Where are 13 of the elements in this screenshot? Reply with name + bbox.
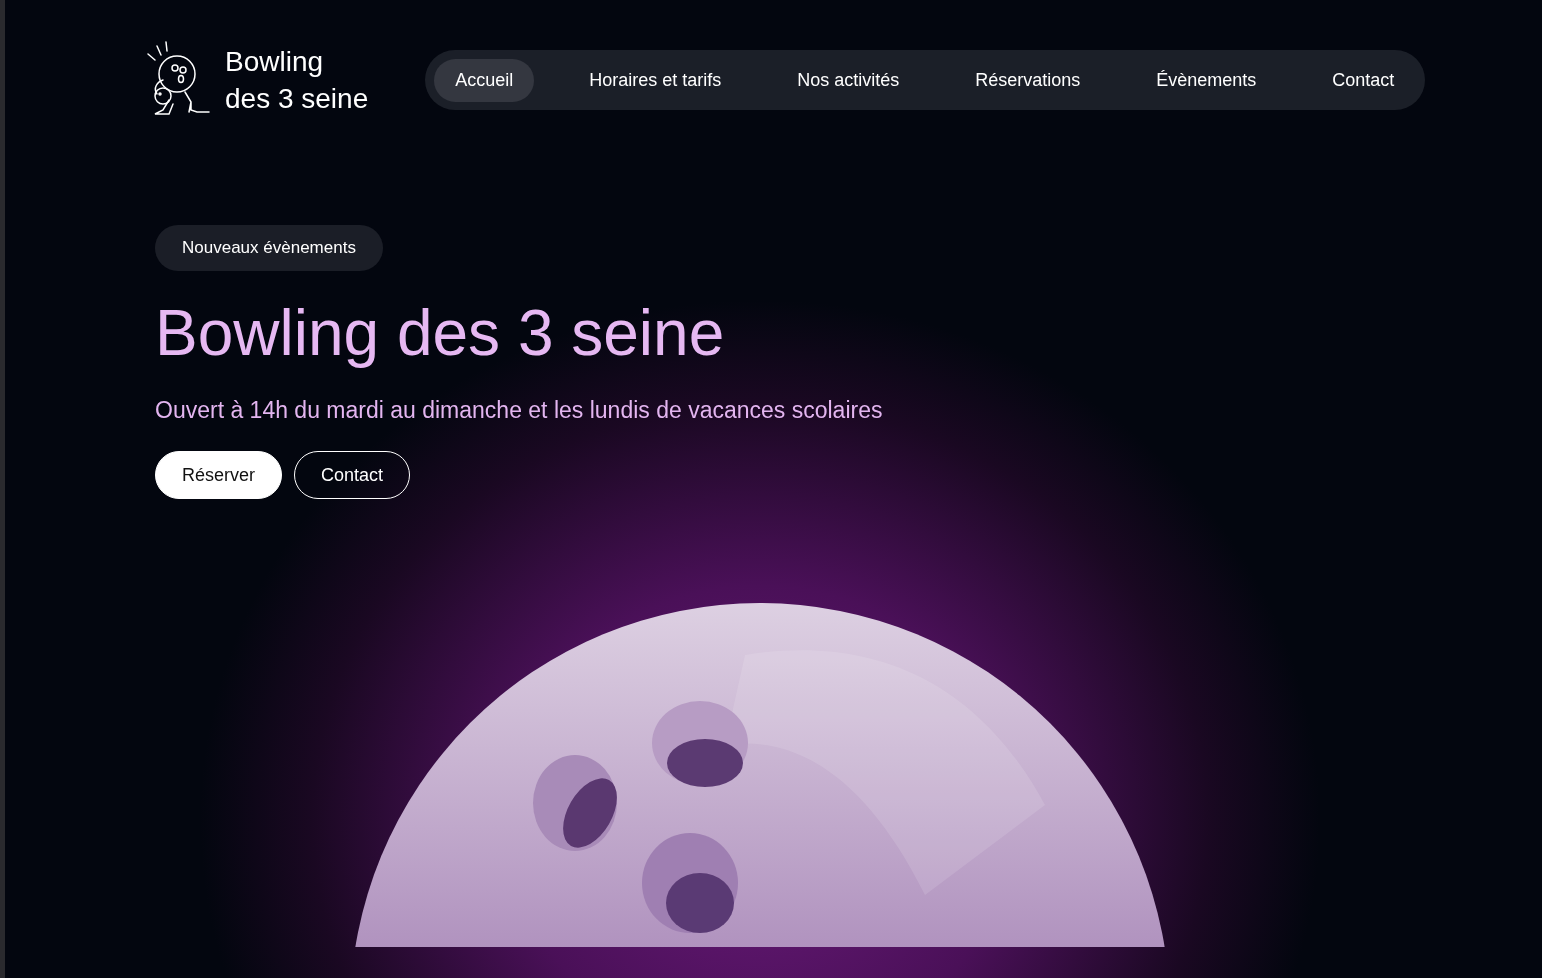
reserve-button[interactable]: Réserver — [155, 451, 283, 499]
nav-link[interactable]: Réservations — [954, 58, 1102, 102]
logo-link[interactable]: Bowling des 3 seine — [145, 40, 369, 120]
hero-subtitle: Ouvert à 14h du mardi au dimanche et les lundis de vacances scolaires — [155, 396, 884, 425]
nav-link[interactable]: Horaires et tarifs — [568, 58, 743, 102]
event-badge: Nouveaux évènements — [155, 225, 383, 271]
logo-text: des 3 seine — [225, 82, 369, 116]
nav-link[interactable]: Évènements — [1135, 58, 1278, 102]
logo-text: Bowling — [225, 45, 325, 79]
nav-link[interactable]: Accueil — [434, 58, 535, 102]
nav-link[interactable]: Nos activités — [776, 58, 921, 102]
nav-link[interactable]: Contact — [1311, 58, 1416, 102]
hero-title: Bowling des 3 seine — [155, 296, 726, 371]
